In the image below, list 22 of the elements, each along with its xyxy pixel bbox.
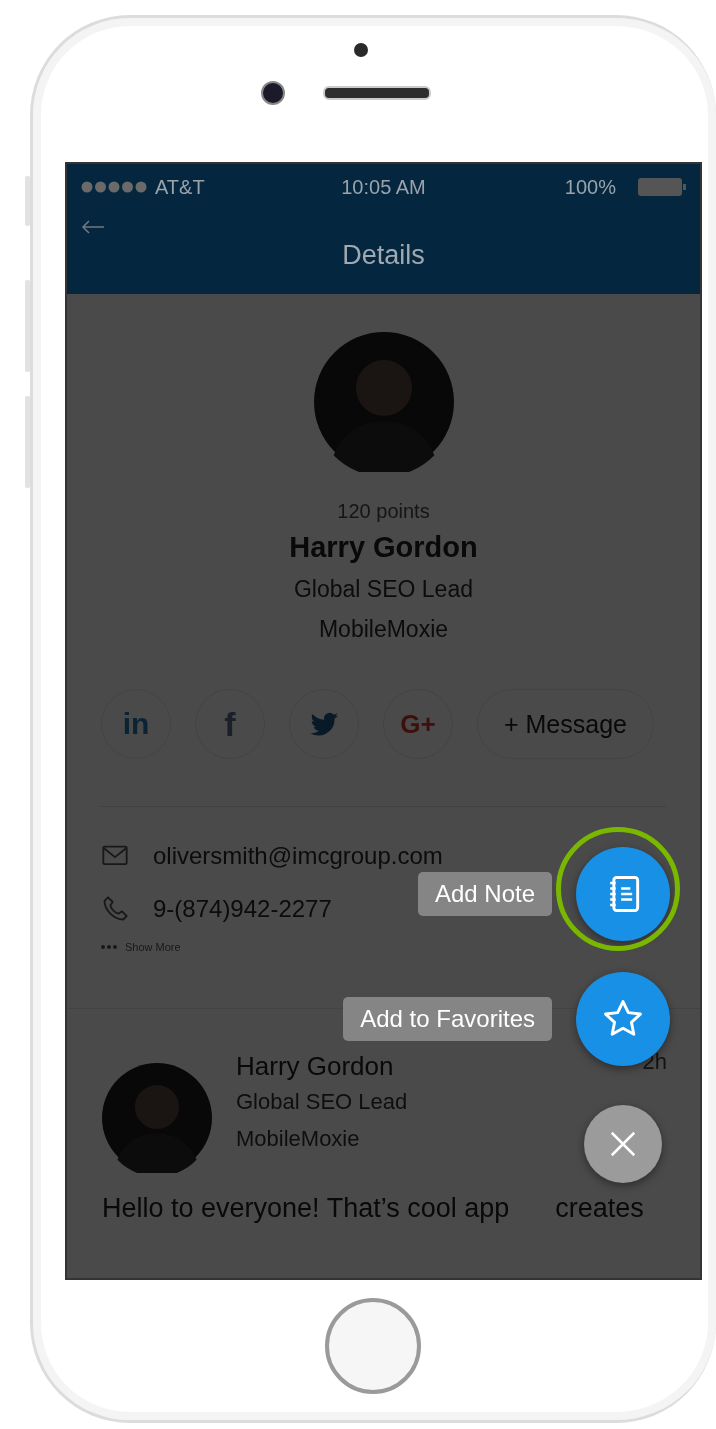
- back-arrow-icon: [81, 220, 105, 234]
- action-label: Add to Favorites: [343, 996, 552, 1041]
- job-title: Global SEO Lead: [236, 1088, 408, 1116]
- sensor-icon: [354, 43, 368, 57]
- screen-title: Details: [342, 240, 425, 271]
- job-title: Global SEO Lead: [294, 575, 473, 604]
- status-time: 10:05 AM: [341, 175, 426, 199]
- phone-number: 9-(874)942-2277: [153, 894, 332, 923]
- company-name: MobileMoxie: [236, 1125, 361, 1153]
- carrier-name: AT&T: [155, 175, 205, 199]
- speaker-icon: [323, 86, 431, 100]
- battery-percent: 100%: [564, 175, 616, 199]
- camera-icon: [261, 81, 285, 105]
- signal-icon: [81, 181, 147, 193]
- post-text: Hello to everyone! That’s cool app: [102, 1193, 510, 1224]
- post-text: creates: [555, 1193, 644, 1224]
- profile-name: Harry Gordon: [289, 531, 478, 564]
- author-name: Harry Gordon: [236, 1050, 395, 1083]
- company-name: MobileMoxie: [318, 615, 449, 644]
- email-address: oliversmith@imcgroup.com: [153, 841, 443, 870]
- battery-icon: [638, 177, 686, 197]
- action-label: Add Note: [417, 871, 552, 916]
